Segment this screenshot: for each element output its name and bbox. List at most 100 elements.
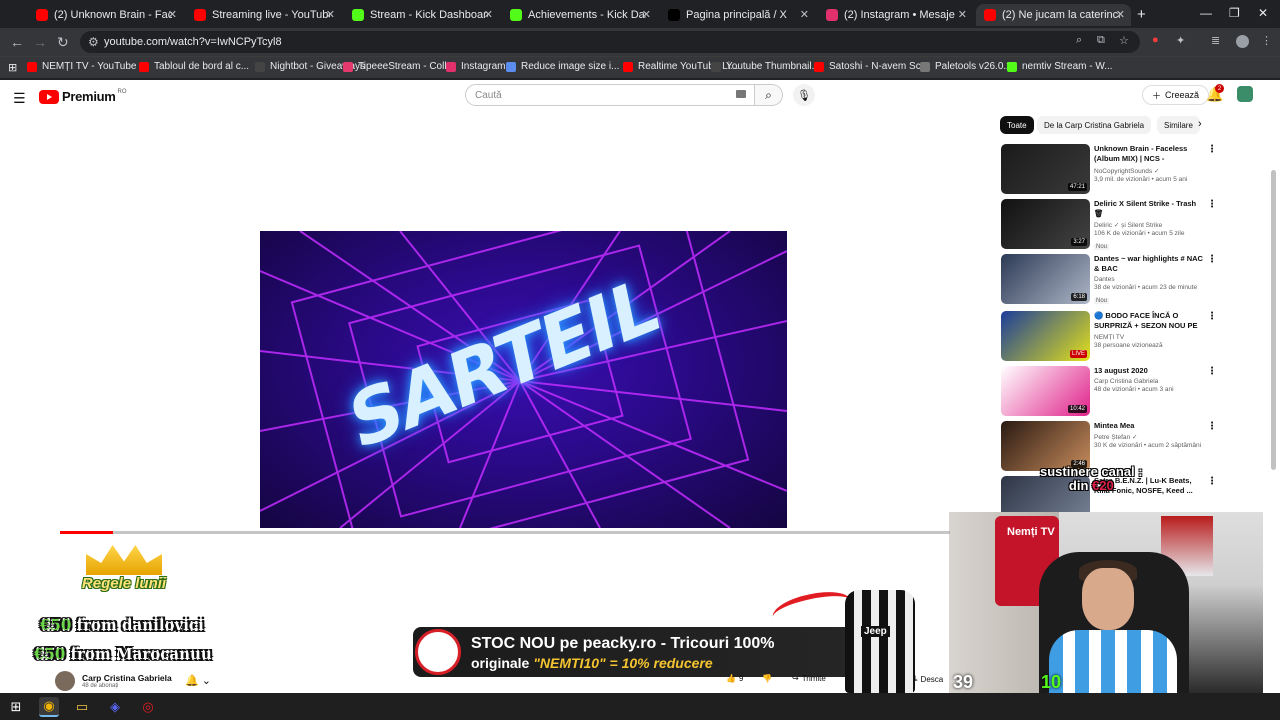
bookmark-item[interactable]: NEMȚI TV - YouTube: [27, 61, 137, 72]
tab-close-icon[interactable]: ✕: [958, 8, 967, 21]
video-thumbnail[interactable]: 6:18: [1001, 254, 1090, 304]
bookmark-item[interactable]: Paletools v26.0.24: [920, 61, 1017, 72]
zoom-icon[interactable]: ⌕: [1076, 34, 1082, 47]
bookmark-favicon-icon: [506, 61, 516, 72]
bookmark-item[interactable]: Instagram: [446, 61, 505, 72]
recommendation-item[interactable]: 47:21 Unknown Brain - Faceless (Album MIX…: [1001, 144, 1217, 194]
video-duration: 6:18: [1071, 293, 1087, 301]
create-button[interactable]: ＋ Creează: [1142, 85, 1210, 105]
keyboard-icon[interactable]: [736, 90, 746, 98]
more-options-icon[interactable]: ⋮: [1207, 311, 1217, 322]
voice-search-button[interactable]: 🎙: [793, 84, 815, 106]
notification-badge: 2: [1215, 84, 1224, 93]
video-thumbnail[interactable]: 47:21: [1001, 144, 1090, 194]
page-scrollbar[interactable]: [1271, 170, 1276, 470]
tab-title: (2) Instagram • Mesaje: [844, 9, 955, 21]
tab-close-icon[interactable]: ✕: [642, 8, 651, 21]
more-options-icon[interactable]: ⋮: [1207, 144, 1217, 155]
extensions-icon[interactable]: ✦: [1176, 34, 1185, 47]
recommendation-item[interactable]: 6:18 Dantes ~ war highlights # NAC & BAC D…: [1001, 254, 1217, 304]
dislike-button[interactable]: 👎: [762, 674, 772, 683]
hamburger-icon[interactable]: ☰: [13, 90, 26, 107]
subscribe-bell-icon[interactable]: 🔔 ⌄: [185, 674, 211, 687]
video-title[interactable]: Dantes ~ war highlights # NAC & BAC: [1094, 254, 1204, 274]
share-button[interactable]: ↪ Trimite: [792, 674, 826, 683]
tab-close-icon[interactable]: ✕: [484, 8, 493, 21]
more-options-icon[interactable]: ⋮: [1207, 199, 1217, 210]
jersey-sponsor: Jeep: [861, 626, 890, 637]
like-button[interactable]: 👍 9: [726, 674, 743, 683]
recommendation-item[interactable]: LIVE 🔵 BODO FACE ÎNCĂ O SURPRIZĂ + SEZON …: [1001, 311, 1217, 361]
chrome-taskbar-icon[interactable]: ◉: [39, 697, 59, 717]
search-button[interactable]: ⌕: [755, 84, 783, 106]
new-tab-button[interactable]: +: [1137, 6, 1146, 23]
bookmark-item[interactable]: Satoshi - N-avem Sc...: [814, 61, 929, 72]
browser-tab[interactable]: (2) Ne jucam la caterincal - Yo✕: [976, 4, 1131, 26]
bookmark-item[interactable]: Tabloul de bord al c...: [139, 61, 249, 72]
apps-icon[interactable]: ⊞: [8, 61, 17, 74]
tab-close-icon[interactable]: ✕: [168, 8, 177, 21]
video-title[interactable]: Deliric X Silent Strike - Trash 🗑: [1094, 199, 1204, 219]
bookmark-item[interactable]: nemtiv Stream - W...: [1007, 61, 1113, 72]
browser-tab[interactable]: Pagina principală / X ✕: [660, 4, 815, 26]
chip-from-channel[interactable]: De la Carp Cristina Gabriela: [1037, 116, 1152, 134]
close-window-button[interactable]: ✕: [1258, 6, 1268, 20]
star-icon[interactable]: ☆: [1119, 34, 1129, 47]
maximize-button[interactable]: ❐: [1229, 6, 1240, 20]
channel-subs: 48 de abonați: [82, 683, 119, 689]
chevron-right-icon[interactable]: ›: [1198, 118, 1202, 130]
tab-close-icon[interactable]: ✕: [1116, 8, 1125, 21]
video-player[interactable]: SARTEIL: [260, 231, 787, 528]
back-icon[interactable]: ←: [10, 34, 24, 50]
more-options-icon[interactable]: ⋮: [1207, 254, 1217, 265]
download-button[interactable]: ⤓ Desca: [914, 674, 943, 684]
chip-all[interactable]: Toate: [1000, 116, 1034, 134]
youtube-logo[interactable]: Premium RO: [39, 89, 127, 104]
browser-tab[interactable]: (2) Instagram • Mesaje ✕: [818, 4, 973, 26]
discord-icon[interactable]: ◈: [105, 697, 125, 717]
bookmark-item[interactable]: Reduce image size i...: [506, 61, 619, 72]
video-title[interactable]: 13 august 2020: [1094, 366, 1204, 376]
account-avatar[interactable]: [1237, 86, 1253, 102]
browser-tab[interactable]: (2) Unknown Brain - Faceless (A✕: [28, 4, 183, 26]
browser-tab[interactable]: Achievements - Kick Dashboar✕: [502, 4, 657, 26]
profile-avatar[interactable]: [1236, 35, 1249, 48]
reload-icon[interactable]: ↻: [57, 34, 69, 51]
mic-icon: 🎙: [797, 89, 811, 102]
install-icon[interactable]: ⧉: [1097, 34, 1105, 47]
more-options-icon[interactable]: ⋮: [1207, 366, 1217, 377]
file-explorer-icon[interactable]: ▭: [72, 697, 92, 717]
more-options-icon[interactable]: ⋮: [1207, 421, 1217, 432]
channel-name[interactable]: Carp Cristina Gabriela: [82, 673, 172, 683]
address-bar[interactable]: ⚙ youtube.com/watch?v=IwNCPyTcyl8: [80, 31, 1140, 53]
chip-related[interactable]: Similare: [1157, 116, 1200, 134]
recommendation-item[interactable]: 10:42 13 august 2020 Carp Cristina Gabriel…: [1001, 366, 1217, 416]
menu-icon[interactable]: ⋮: [1261, 34, 1272, 47]
browser-tab[interactable]: Streaming live - YouTube Studi✕: [186, 4, 341, 26]
windows-start-icon[interactable]: ⊞: [6, 697, 26, 717]
video-title[interactable]: Unknown Brain - Faceless (Album MIX) | N…: [1094, 144, 1204, 165]
site-info-icon[interactable]: ⚙: [88, 35, 99, 49]
minimize-button[interactable]: —: [1200, 6, 1212, 20]
video-thumbnail[interactable]: 10:42: [1001, 366, 1090, 416]
video-thumbnail[interactable]: LIVE: [1001, 311, 1090, 361]
more-options-icon[interactable]: ⋮: [1207, 476, 1217, 487]
tab-close-icon[interactable]: ✕: [800, 8, 809, 21]
channel-avatar[interactable]: [55, 671, 75, 691]
video-stats: 48 de vizionări • acum 3 ani: [1094, 386, 1174, 393]
media-icon[interactable]: ≣: [1211, 34, 1220, 47]
logo-text: Premium: [62, 89, 116, 104]
browser-tab[interactable]: Stream - Kick Dashboard ✕: [344, 4, 499, 26]
tab-close-icon[interactable]: ✕: [326, 8, 335, 21]
bookmark-item[interactable]: Youtube Thumbnail...: [711, 61, 820, 72]
bookmark-item[interactable]: TipeeeStream - Coll...: [343, 61, 455, 72]
video-thumbnail[interactable]: 3:27: [1001, 199, 1090, 249]
recommendation-item[interactable]: 3:27 Deliric X Silent Strike - Trash 🗑 Del…: [1001, 199, 1217, 250]
app-red-icon[interactable]: ◎: [138, 697, 158, 717]
video-title[interactable]: 🔵 BODO FACE ÎNCĂ O SURPRIZĂ + SEZON NOU …: [1094, 311, 1204, 332]
search-input[interactable]: Caută: [465, 84, 755, 106]
video-title[interactable]: Mintea Mea: [1094, 421, 1204, 431]
video-progress-bar[interactable]: [60, 531, 950, 534]
extension-red-icon[interactable]: ●: [1152, 34, 1159, 46]
forward-icon[interactable]: →: [33, 34, 47, 50]
